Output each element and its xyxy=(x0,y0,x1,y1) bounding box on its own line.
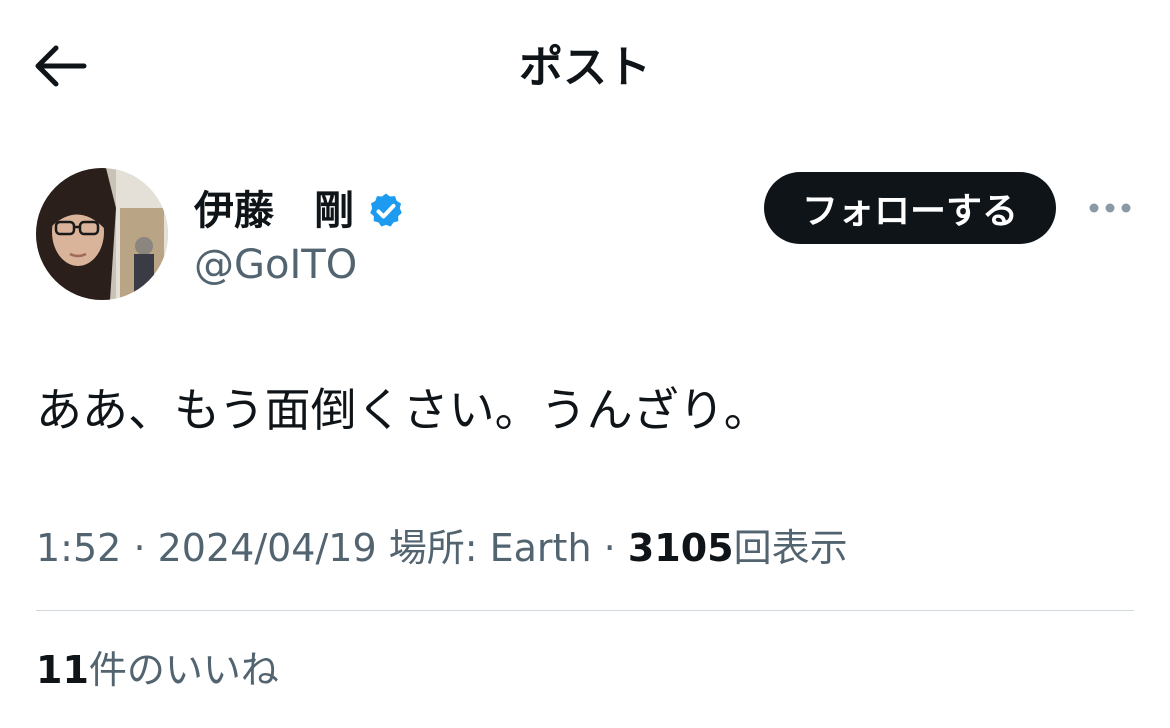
post-time[interactable]: 1:52 xyxy=(36,526,121,570)
more-options-button[interactable] xyxy=(1084,190,1136,226)
meta-separator: · xyxy=(603,526,616,570)
views-label: 回表示 xyxy=(733,526,848,570)
avatar[interactable] xyxy=(36,168,168,300)
author-section: 伊藤 剛 @GoITO フォローする xyxy=(36,168,1136,308)
post-date[interactable]: 2024/04/19 xyxy=(158,526,377,570)
meta-separator: · xyxy=(133,526,146,570)
post-meta: 1:52 · 2024/04/19 場所: Earth · 3105回表示 xyxy=(36,522,1136,574)
likes-label: 件のいいね xyxy=(88,648,279,692)
page-title: ポスト xyxy=(519,42,651,93)
likes-summary[interactable]: 11件のいいね xyxy=(36,644,279,696)
display-name: 伊藤 剛 xyxy=(194,188,354,234)
post-text: ああ、もう面倒くさい。うんざり。 xyxy=(36,383,770,437)
more-horizontal-icon xyxy=(1088,199,1132,218)
likes-count: 11 xyxy=(36,648,89,692)
verified-badge-icon xyxy=(366,191,406,231)
post-location: 場所: Earth xyxy=(388,526,592,570)
views-count[interactable]: 3105 xyxy=(628,526,734,570)
divider xyxy=(36,610,1134,611)
top-bar: ポスト xyxy=(0,0,1170,130)
author-handle[interactable]: @GoITO xyxy=(194,240,357,290)
author-name-row[interactable]: 伊藤 剛 xyxy=(194,186,406,236)
follow-button[interactable]: フォローする xyxy=(764,172,1056,244)
